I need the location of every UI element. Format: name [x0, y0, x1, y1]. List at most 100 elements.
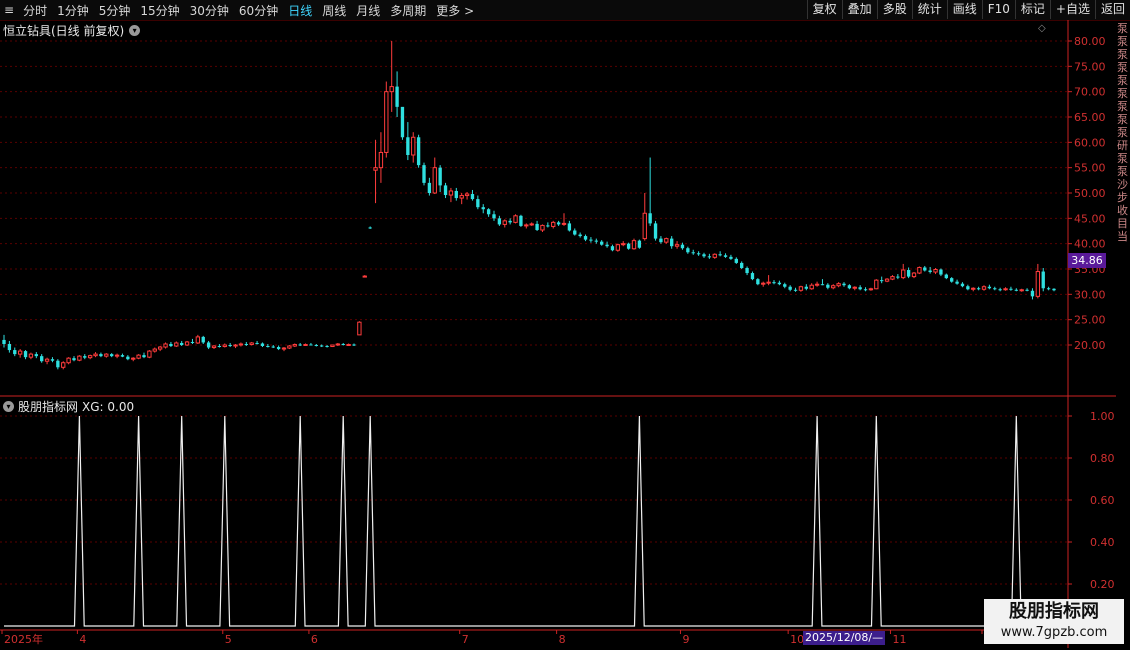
candle-body [23, 351, 28, 358]
side-char: 泵 [1117, 22, 1128, 35]
candle-body [330, 344, 335, 348]
side-char: 泵 [1117, 74, 1128, 87]
y-tick-label: 75.00 [1074, 60, 1106, 73]
candle-body [17, 350, 23, 355]
candle-body [788, 286, 792, 290]
candle-body [416, 137, 421, 166]
candle-body [551, 221, 556, 227]
candle-body [589, 239, 593, 241]
candle-body [686, 248, 690, 253]
candle-body [950, 278, 954, 282]
indicator-tick-label: 0.80 [1090, 452, 1115, 465]
candle-body [206, 342, 211, 348]
candle-body [631, 240, 637, 250]
candle-body [814, 283, 820, 286]
candle-body [228, 345, 232, 347]
candle-body [66, 357, 71, 364]
candle-body [454, 190, 458, 199]
candle-body [928, 270, 932, 273]
candle-body [852, 286, 857, 289]
y-tick-label: 55.00 [1074, 162, 1106, 175]
candle-body [696, 253, 701, 255]
chevron-down-icon[interactable]: ▾ [3, 401, 14, 412]
y-tick-label: 40.00 [1074, 238, 1106, 251]
candle-body [653, 223, 658, 239]
candle-body [309, 344, 313, 346]
candle-body [578, 234, 582, 237]
candle-body [637, 240, 642, 248]
indicator-name: 股朋指标网 [18, 400, 79, 414]
candle-body [1030, 290, 1035, 297]
candle-body [998, 289, 1002, 291]
candle-body [287, 345, 292, 349]
candle-body [600, 241, 604, 245]
candle-body [152, 348, 157, 352]
candle-body [99, 354, 103, 357]
candle-body [1052, 288, 1056, 291]
candle-body [874, 279, 879, 290]
candle-body [933, 269, 938, 273]
candle-body [740, 262, 744, 268]
candle-body [858, 287, 862, 290]
candle-body [104, 353, 109, 357]
candle-body [303, 343, 308, 346]
candle-body [190, 341, 195, 343]
candle-body [561, 222, 567, 225]
candle-body [573, 230, 577, 235]
candle-body [868, 288, 874, 291]
candle-body [993, 288, 997, 290]
candle-body [917, 266, 922, 274]
candle-body [464, 193, 470, 197]
side-char: 泵 [1117, 87, 1128, 100]
candle-body [906, 270, 911, 277]
candle-body [519, 215, 523, 226]
candle-body [502, 220, 507, 225]
candle-body [147, 350, 152, 358]
candle-body [131, 357, 136, 360]
candle-body [745, 267, 749, 274]
candle-body [718, 254, 722, 256]
candle-body [325, 346, 329, 348]
side-char: 泵 [1117, 113, 1128, 126]
candle-body [826, 284, 830, 288]
crosshair-date-tag: 2025/12/08/— [803, 631, 886, 645]
candle-body [481, 207, 485, 210]
y-tick-label: 60.00 [1074, 136, 1106, 149]
candle-body [1009, 288, 1013, 290]
candle-body [783, 284, 787, 287]
candle-body [535, 223, 539, 230]
candle-body [750, 273, 755, 280]
y-tick-label: 25.00 [1074, 314, 1106, 327]
diamond-icon[interactable]: ◇ [1038, 23, 1046, 34]
candle-body [320, 345, 324, 347]
chevron-down-icon[interactable]: ▾ [129, 25, 141, 36]
candle-body [648, 213, 652, 224]
candle-body [556, 222, 561, 225]
candle-body [621, 243, 626, 246]
candle-body [911, 272, 917, 278]
candle-body [448, 190, 454, 196]
candle-body [712, 253, 717, 258]
candle-body [249, 342, 254, 345]
candle-body [72, 358, 76, 361]
candle-body [373, 167, 378, 171]
candle-body [1041, 271, 1045, 289]
candle-body [378, 151, 384, 169]
indicator-title: ▾ 股朋指标网 XG: 0.00 [3, 398, 134, 415]
candle-body [87, 355, 93, 359]
candle-body [831, 285, 836, 289]
candle-body [674, 244, 680, 247]
candle-body [7, 343, 12, 351]
kline-chart[interactable]: 80.00 75.00 70.00 65.00 60.00 55.00 50.00 45.00… [0, 0, 1130, 650]
candle-body [723, 255, 728, 257]
candle-body [1019, 289, 1024, 292]
side-char: 泵 [1117, 61, 1128, 74]
y-tick-label: 50.00 [1074, 187, 1106, 200]
candle-body [809, 284, 814, 290]
candle-body [427, 182, 432, 193]
candle-body [707, 256, 712, 258]
candle-body [987, 286, 992, 289]
candle-body [222, 344, 227, 348]
indicator-tick-label: 0.40 [1090, 536, 1115, 549]
y-tick-label: 20.00 [1074, 339, 1106, 352]
